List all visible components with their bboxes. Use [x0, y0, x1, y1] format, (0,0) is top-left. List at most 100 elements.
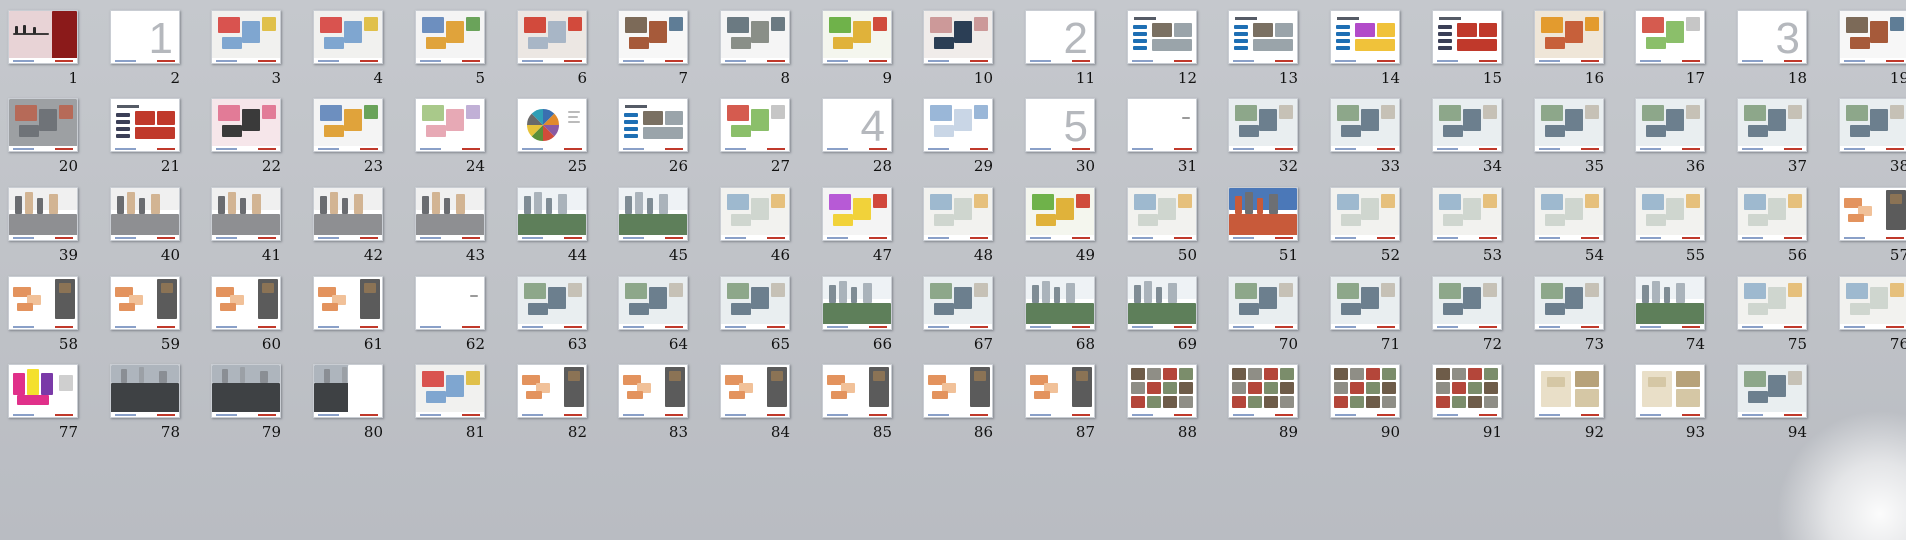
slide-thumbnail[interactable] [1839, 276, 1906, 330]
slide-thumbnail[interactable] [1839, 10, 1906, 64]
slide-thumbnail[interactable] [923, 276, 993, 330]
slide-thumbnail[interactable] [822, 10, 892, 64]
slide-thumbnail[interactable] [415, 276, 485, 330]
slide-thumbnail[interactable] [720, 10, 790, 64]
slide-thumbnail[interactable] [211, 98, 281, 152]
slide-thumbnail[interactable] [313, 10, 383, 64]
slide-thumbnail[interactable] [415, 364, 485, 418]
slide-thumbnail[interactable] [1432, 276, 1502, 330]
slide-thumbnail[interactable] [517, 187, 587, 241]
slide-thumbnail[interactable] [1432, 10, 1502, 64]
slide-thumbnail[interactable] [110, 364, 180, 418]
slide-thumbnail[interactable]: 2 [1025, 10, 1095, 64]
slide-thumbnail[interactable] [720, 364, 790, 418]
slide-thumbnail[interactable] [720, 187, 790, 241]
slide-thumbnail[interactable] [1839, 187, 1906, 241]
slide-thumbnail[interactable] [1330, 276, 1400, 330]
slide-thumbnail[interactable] [8, 187, 78, 241]
slide-thumbnail[interactable] [1534, 187, 1604, 241]
slide-thumbnail[interactable] [415, 10, 485, 64]
slide-thumbnail[interactable] [211, 364, 281, 418]
slide-thumbnail[interactable] [517, 98, 587, 152]
slide-footer-strip [1132, 60, 1192, 62]
slide-thumbnail[interactable] [923, 364, 993, 418]
slide-thumbnail[interactable] [1737, 98, 1807, 152]
slide-graphic [1361, 109, 1379, 131]
slide-thumbnail[interactable] [1228, 187, 1298, 241]
slide-thumbnail[interactable] [1127, 364, 1197, 418]
slide-thumbnail[interactable] [1635, 364, 1705, 418]
slide-thumbnail[interactable] [618, 98, 688, 152]
slide-thumbnail[interactable] [822, 187, 892, 241]
slide-thumbnail[interactable] [313, 98, 383, 152]
slide-thumbnail[interactable] [720, 98, 790, 152]
slide-thumbnail[interactable] [211, 276, 281, 330]
slide-thumbnail[interactable] [8, 10, 78, 64]
slide-thumbnail[interactable] [415, 187, 485, 241]
slide-thumbnail[interactable] [415, 98, 485, 152]
slide-footer-band [823, 412, 891, 417]
slide-thumbnail[interactable] [110, 187, 180, 241]
slide-thumbnail[interactable]: 3 [1737, 10, 1807, 64]
slide-thumbnail[interactable] [313, 187, 383, 241]
slide-thumbnail[interactable] [923, 98, 993, 152]
slide-thumbnail[interactable] [313, 276, 383, 330]
slide-thumbnail[interactable] [618, 187, 688, 241]
slide-thumbnail[interactable] [1635, 187, 1705, 241]
slide-thumbnail[interactable] [1228, 10, 1298, 64]
slide-thumbnail[interactable] [8, 364, 78, 418]
slide-thumbnail[interactable] [1228, 364, 1298, 418]
slide-thumbnail[interactable] [1635, 10, 1705, 64]
slide-thumbnail[interactable] [618, 10, 688, 64]
slide-thumbnail[interactable] [211, 10, 281, 64]
slide-thumbnail[interactable] [1025, 187, 1095, 241]
slide-thumbnail[interactable]: 1 [110, 10, 180, 64]
slide-thumbnail[interactable] [1127, 187, 1197, 241]
slide-thumbnail[interactable] [1737, 276, 1807, 330]
slide-thumbnail[interactable] [1534, 364, 1604, 418]
slide-thumbnail[interactable] [8, 276, 78, 330]
slide-thumbnail[interactable] [923, 10, 993, 64]
slide-thumbnail[interactable] [1635, 276, 1705, 330]
slide-thumbnail[interactable] [517, 10, 587, 64]
slide-thumbnail[interactable] [517, 364, 587, 418]
slide-thumbnail[interactable] [1228, 98, 1298, 152]
slide-thumbnail[interactable] [822, 364, 892, 418]
slide-thumbnail[interactable] [1127, 10, 1197, 64]
slide-thumbnail[interactable] [1432, 364, 1502, 418]
slide-thumbnail[interactable] [110, 276, 180, 330]
slide-thumbnail[interactable] [110, 98, 180, 152]
slide-graphic [41, 373, 53, 395]
slide-thumbnail[interactable] [1635, 98, 1705, 152]
slide-thumbnail[interactable] [618, 364, 688, 418]
slide-thumbnail[interactable] [618, 276, 688, 330]
slide-thumbnail[interactable] [1737, 364, 1807, 418]
slide-thumbnail[interactable] [1534, 10, 1604, 64]
slide-thumbnail[interactable] [1330, 364, 1400, 418]
slide-thumbnail[interactable] [1127, 276, 1197, 330]
slide-thumbnail[interactable] [313, 364, 383, 418]
slide-thumbnail[interactable] [1534, 276, 1604, 330]
slide-thumbnail[interactable] [1330, 187, 1400, 241]
slide-thumbnail[interactable] [211, 187, 281, 241]
slide-thumbnail[interactable] [8, 98, 78, 152]
slide-thumbnail[interactable] [1228, 276, 1298, 330]
slide-thumbnail[interactable] [923, 187, 993, 241]
slide-graphic [1642, 194, 1664, 210]
slide-thumbnail[interactable] [1432, 98, 1502, 152]
slide-thumbnail[interactable] [1025, 276, 1095, 330]
slide-thumbnail[interactable]: 5 [1025, 98, 1095, 152]
slide-thumbnail[interactable] [1432, 187, 1502, 241]
slide-thumbnail[interactable] [517, 276, 587, 330]
slide-thumbnail[interactable] [1737, 187, 1807, 241]
slide-thumbnail[interactable] [1025, 364, 1095, 418]
slide-thumbnail[interactable] [822, 276, 892, 330]
slide-thumbnail[interactable] [1534, 98, 1604, 152]
slide-thumbnail[interactable] [1330, 10, 1400, 64]
slide-thumbnail[interactable] [1127, 98, 1197, 152]
slide-thumbnail[interactable] [1330, 98, 1400, 152]
slide-thumbnail[interactable]: 4 [822, 98, 892, 152]
slide-thumbnail[interactable] [1839, 98, 1906, 152]
slide-thumbnail[interactable] [720, 276, 790, 330]
slide-footer-band [1535, 58, 1603, 63]
